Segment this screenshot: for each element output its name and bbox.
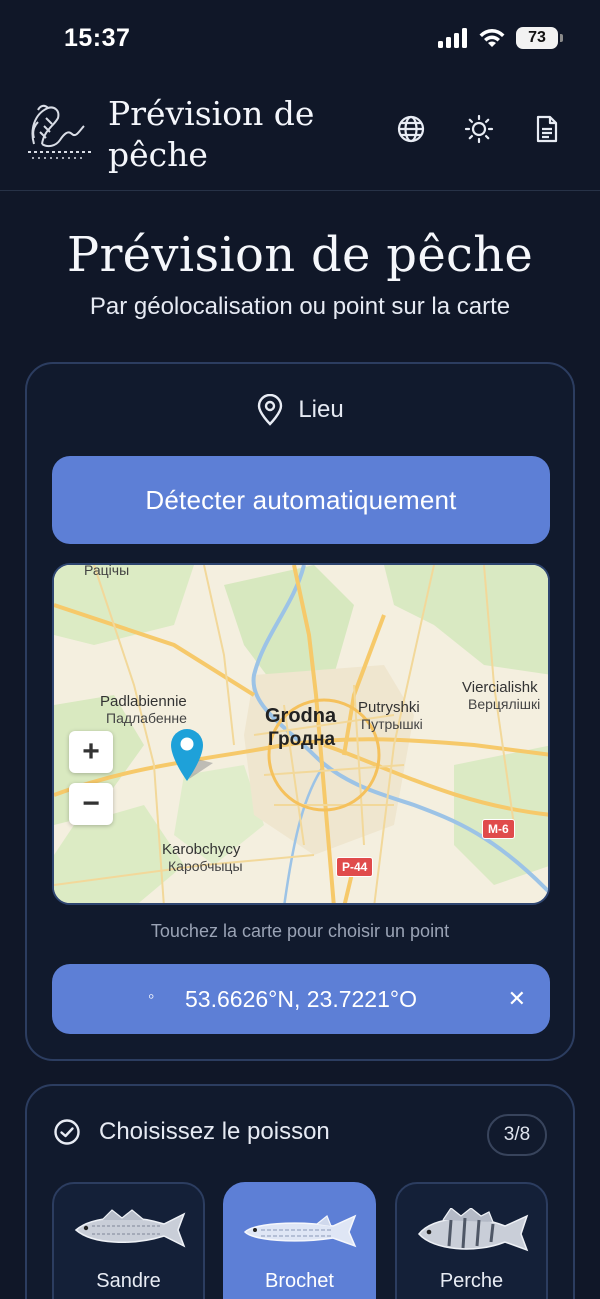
app-title: Prévision de pêche [108, 94, 315, 174]
map-label-karobchycy-cyr: Каробчыцы [168, 858, 243, 874]
fish-section-title: Choisissez le poisson [99, 1118, 330, 1145]
map-label-padlabienne-cyr: Падлабенне [106, 710, 187, 726]
fish-tile-sandre[interactable]: Sandre [52, 1182, 205, 1299]
map-label-karobchycy: Karobchycy [162, 841, 241, 858]
sun-icon [464, 114, 494, 144]
status-time: 15:37 [64, 24, 131, 52]
detect-location-button[interactable]: Détecter automatiquement [52, 456, 550, 544]
status-bar: 15:37 73 [0, 0, 600, 80]
fish-tile-perche[interactable]: Perche [395, 1182, 548, 1299]
wifi-icon [479, 29, 505, 47]
selected-point-marker-icon [171, 729, 213, 781]
battery-indicator: 73 [516, 27, 563, 49]
document-button[interactable] [532, 114, 562, 144]
map-label-putryshki: Putryshki [358, 699, 420, 716]
clear-coordinates-icon[interactable]: ✕ [508, 986, 526, 1012]
location-pin-icon [258, 394, 283, 426]
map-label-viercialishki-cyr: Верцялішкі [468, 696, 541, 712]
pike-fish-icon [243, 1214, 357, 1248]
location-map[interactable]: Рацічы Padlabiennie Падлабенне Grodna Гр… [52, 563, 550, 905]
map-label-putryshki-cyr: Путрышкі [361, 716, 423, 732]
header-actions [396, 114, 562, 144]
page-title: Prévision de pêche [66, 227, 534, 283]
coordinates-value: 53.6626°N, 23.7221°O [185, 985, 417, 1012]
coordinates-field[interactable]: ◦ 53.6626°N, 23.7221°O ✕ [52, 964, 550, 1034]
coords-bullet: ◦ [148, 986, 155, 1006]
app-header: Prévision de pêche [0, 80, 600, 191]
fish-selection-card: Choisissez le poisson 3/8 Sandre Brochet… [25, 1084, 575, 1299]
map-label-racicy: Рацічы [84, 563, 130, 578]
fish-header: Choisissez le poisson [53, 1118, 330, 1146]
document-icon [536, 115, 558, 143]
map-label-padlabienne: Padlabiennie [100, 693, 187, 710]
theme-toggle-button[interactable] [464, 114, 494, 144]
language-button[interactable] [396, 114, 426, 144]
map-label-viercialishki: Viercialishk [462, 679, 538, 696]
road-badge-m6: M-6 [482, 819, 515, 839]
fisherman-logo-icon [28, 104, 92, 159]
status-indicators: 73 [438, 27, 563, 49]
map-hint: Touchez la carte pour choisir un point [150, 921, 450, 941]
zoom-in-button[interactable]: + [69, 731, 113, 773]
perch-fish-icon [418, 1208, 529, 1252]
map-label-grodna-cyr: Гродна [268, 729, 336, 750]
check-circle-icon [54, 1119, 80, 1145]
location-card: Lieu Détecter automatiquement Рацічы Pad… [25, 362, 575, 1061]
zoom-out-button[interactable]: − [69, 783, 113, 825]
location-label: Lieu [298, 396, 344, 423]
globe-icon [397, 115, 425, 143]
fish-name: Sandre [96, 1270, 161, 1292]
road-badge-p44: P-44 [336, 857, 374, 877]
fish-tile-brochet[interactable]: Brochet [223, 1182, 376, 1299]
fish-name: Perche [439, 1270, 504, 1292]
signal-icon [438, 28, 467, 48]
map-label-grodna: Grodna [265, 705, 337, 727]
fish-count-badge: 3/8 [487, 1114, 547, 1156]
page-subtitle: Par géolocalisation ou point sur la cart… [89, 293, 511, 320]
fish-name: Brochet [265, 1270, 334, 1292]
zander-fish-icon [74, 1209, 186, 1248]
location-header: Lieu [27, 394, 573, 426]
